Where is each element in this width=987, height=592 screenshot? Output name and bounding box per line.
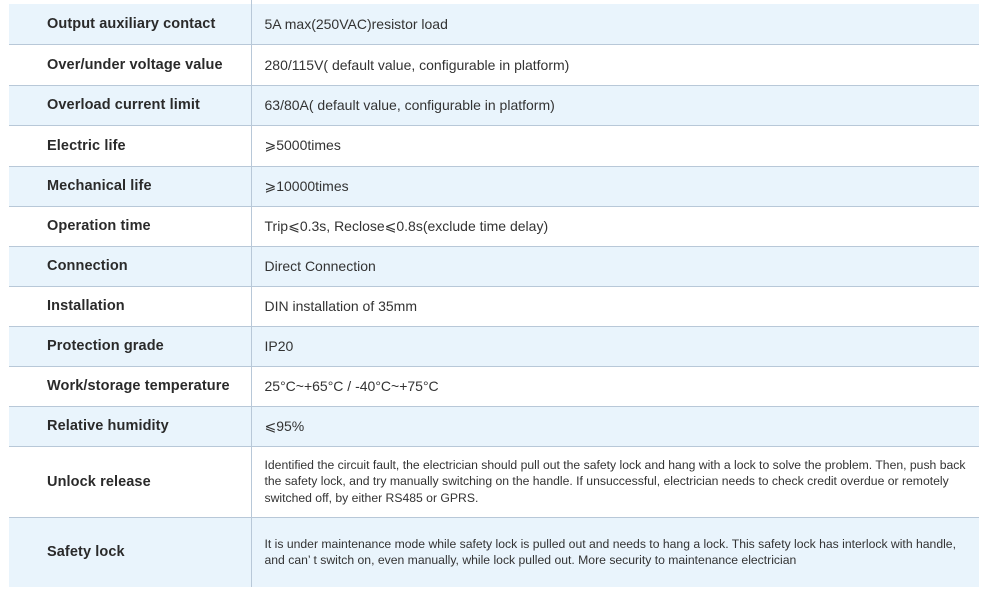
spec-value: IP20: [264, 338, 294, 354]
spec-label: Operation time: [9, 206, 252, 246]
spec-label: Protection grade: [9, 326, 252, 366]
specifications-table: Output auxiliary contact 5A max(250VAC)r…: [9, 4, 979, 587]
spec-value: 5A max(250VAC)resistor load: [264, 15, 448, 32]
spec-label: Overload current limit: [9, 85, 252, 125]
spec-value: Direct Connection: [264, 258, 376, 274]
spec-value: ⩾10000times: [264, 177, 349, 194]
spec-row-safety-lock: Safety lock It is under maintenance mode…: [9, 517, 979, 587]
spec-label: Mechanical life: [9, 166, 252, 206]
spec-row-electric-life: Electric life ⩾5000times: [9, 125, 979, 166]
spec-row-voltage-value: Over/under voltage value 280/115V( defau…: [9, 44, 979, 85]
spec-value: 63/80A( default value, configurable in p…: [264, 97, 555, 113]
spec-value: 25°C~+65°C / -40°C~+75°C: [264, 378, 439, 394]
spec-label: Connection: [9, 246, 252, 286]
spec-row-unlock-release: Unlock release Identified the circuit fa…: [9, 446, 979, 517]
spec-row-installation: Installation DIN installation of 35mm: [9, 286, 979, 326]
spec-label: Work/storage temperature: [9, 366, 252, 406]
spec-row-output-auxiliary-contact: Output auxiliary contact 5A max(250VAC)r…: [9, 4, 979, 44]
spec-row-overload-current: Overload current limit 63/80A( default v…: [9, 85, 979, 125]
spec-value: 280/115V( default value, configurable in…: [264, 56, 570, 73]
spec-value: It is under maintenance mode while safet…: [264, 536, 956, 568]
spec-label: Installation: [9, 286, 252, 326]
spec-label: Over/under voltage value: [9, 44, 252, 85]
spec-row-connection: Connection Direct Connection: [9, 246, 979, 286]
spec-label: Electric life: [9, 125, 252, 166]
spec-row-operation-time: Operation time Trip⩽0.3s, Reclose⩽0.8s(e…: [9, 206, 979, 246]
spec-label: Relative humidity: [9, 406, 252, 446]
spec-row-temperature: Work/storage temperature 25°C~+65°C / -4…: [9, 366, 979, 406]
spec-value: DIN installation of 35mm: [264, 298, 418, 314]
spec-row-protection-grade: Protection grade IP20: [9, 326, 979, 366]
spec-row-relative-humidity: Relative humidity ⩽95%: [9, 406, 979, 446]
spec-value: ⩽95%: [264, 417, 305, 434]
spec-label: Safety lock: [9, 517, 252, 587]
spec-label: Output auxiliary contact: [9, 4, 252, 44]
spec-row-mechanical-life: Mechanical life ⩾10000times: [9, 166, 979, 206]
spec-value: Trip⩽0.3s, Reclose⩽0.8s(exclude time del…: [264, 217, 549, 234]
spec-value: Identified the circuit fault, the electr…: [264, 457, 966, 505]
spec-value: ⩾5000times: [264, 137, 341, 153]
spec-label: Unlock release: [9, 446, 252, 517]
